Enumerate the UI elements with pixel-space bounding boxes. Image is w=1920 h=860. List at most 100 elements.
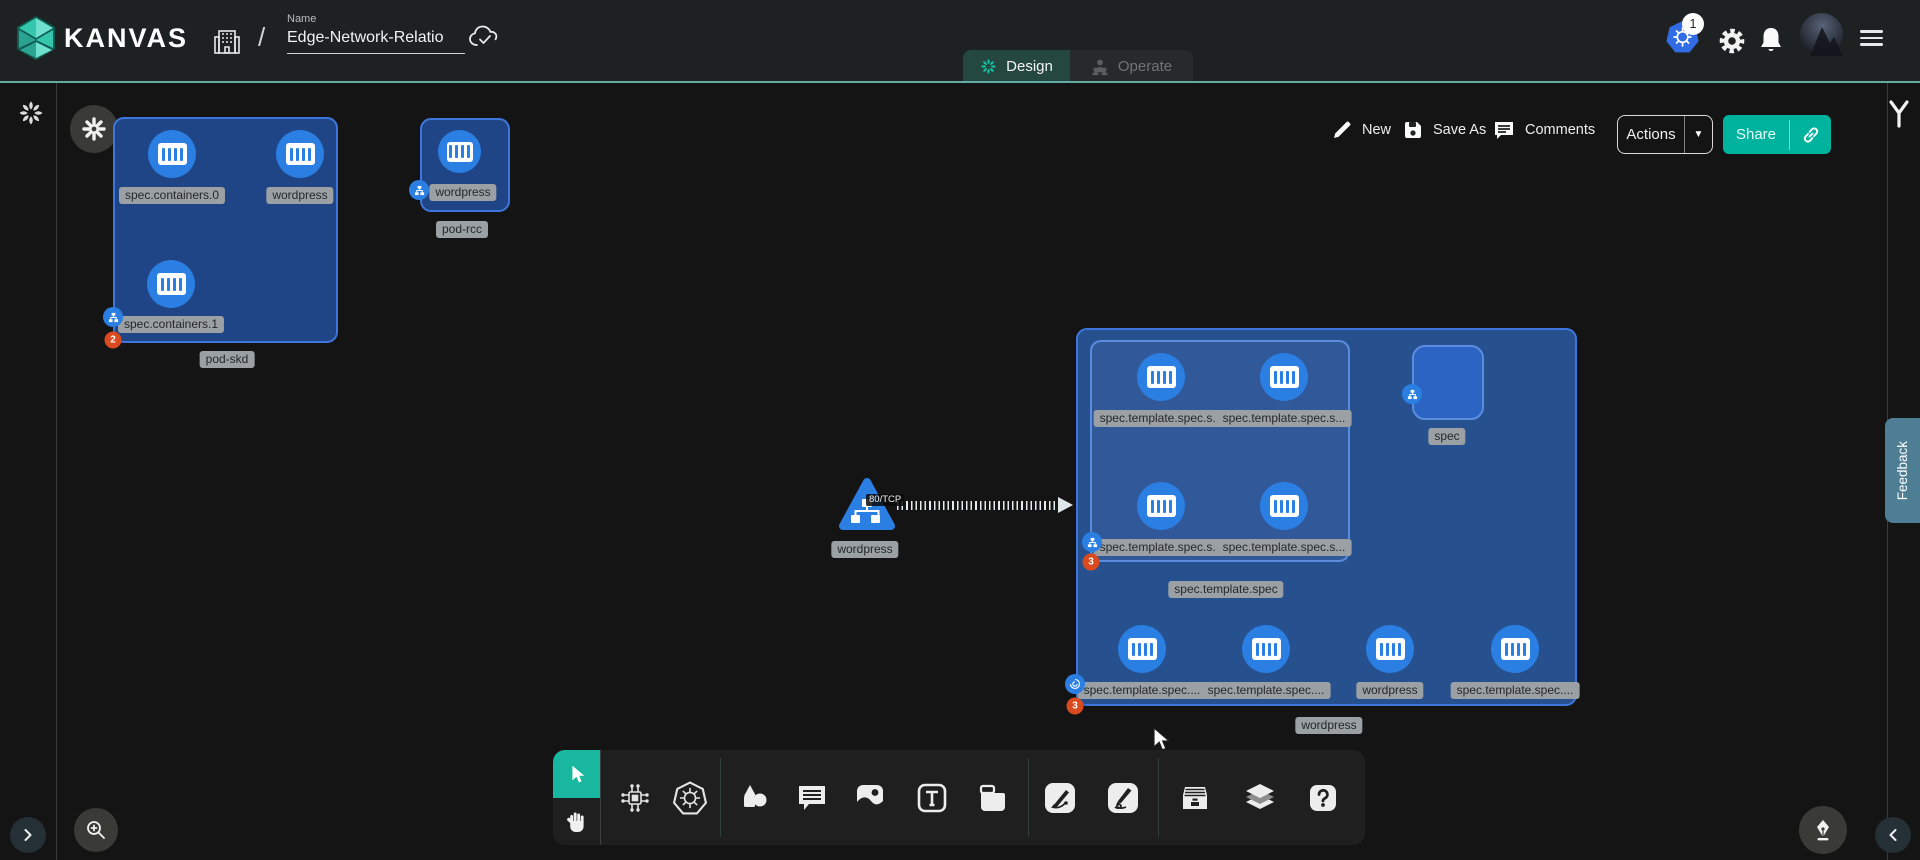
node-label[interactable]: spec.containers.0: [119, 187, 225, 204]
node-template-container[interactable]: [1242, 625, 1290, 673]
kubernetes-tool-button[interactable]: [664, 750, 716, 845]
zoom-button[interactable]: [74, 808, 118, 852]
feedback-label: Feedback: [1895, 441, 1910, 500]
notifications-bell-icon[interactable]: [1759, 26, 1783, 54]
group-pod-skd[interactable]: spec.containers.0 wordpress spec.contain…: [113, 117, 338, 343]
actions-button[interactable]: Actions ▼: [1617, 115, 1713, 154]
expand-left-panel-button[interactable]: [10, 817, 46, 853]
error-count-badge[interactable]: 3: [1067, 698, 1084, 715]
error-count-badge[interactable]: 2: [105, 332, 122, 349]
node-label[interactable]: spec.containers.1: [118, 316, 224, 333]
node-label[interactable]: wordpress: [429, 184, 496, 201]
comments-icon: [1493, 120, 1515, 140]
node-label[interactable]: spec.template.spec.s...: [1094, 410, 1229, 427]
relationship-badge[interactable]: [409, 180, 429, 200]
node-label[interactable]: spec.template.spec....: [1451, 682, 1580, 699]
collapse-right-panel-button[interactable]: [1875, 817, 1911, 853]
canvas-flower-button[interactable]: [70, 105, 118, 153]
node-template-container[interactable]: [1118, 625, 1166, 673]
relationship-badge[interactable]: [103, 307, 123, 327]
mode-tabs: Design Operate: [963, 50, 1193, 83]
text-icon: [917, 783, 947, 813]
group-label-pod-skd[interactable]: pod-skd: [200, 351, 255, 368]
node-label[interactable]: wordpress: [266, 187, 333, 204]
pan-tool-button[interactable]: [553, 798, 600, 845]
node-wordpress-container[interactable]: [276, 130, 324, 178]
image-tool-button[interactable]: [844, 750, 896, 845]
edge-service-to-deployment[interactable]: [897, 501, 1060, 510]
group-label-wordpress[interactable]: wordpress: [1295, 717, 1362, 734]
organization-icon[interactable]: [213, 25, 241, 55]
relationship-badge[interactable]: [1082, 532, 1102, 552]
sitemap-icon: [1087, 537, 1098, 548]
mouse-cursor: [1150, 727, 1174, 753]
node-label-spec[interactable]: spec: [1428, 428, 1465, 445]
node-spec[interactable]: [1412, 345, 1484, 420]
freehand-draw-tool-button[interactable]: [1097, 750, 1149, 845]
layers-tool-button[interactable]: [1234, 750, 1286, 845]
actions-caret-icon[interactable]: ▼: [1685, 129, 1712, 140]
shapes-tool-button[interactable]: [728, 750, 780, 845]
node-wordpress-container[interactable]: [438, 130, 481, 173]
container-icon: [157, 273, 186, 295]
container-icon: [286, 143, 315, 165]
k8s-context-switcher[interactable]: 1: [1666, 20, 1708, 62]
kanvas-logo-icon[interactable]: [16, 16, 56, 60]
design-name-input[interactable]: [287, 29, 465, 54]
service-label[interactable]: wordpress: [831, 541, 898, 558]
node-label[interactable]: spec.template.spec.s...: [1094, 539, 1229, 556]
hamburger-menu-icon[interactable]: [1860, 26, 1883, 50]
group-label-spec-template-spec[interactable]: spec.template.spec: [1168, 581, 1283, 598]
relationship-badge[interactable]: [1402, 384, 1422, 404]
edge-pen-tool-button[interactable]: [1034, 750, 1086, 845]
select-tool-button[interactable]: [553, 750, 600, 798]
node-spec-containers-0[interactable]: [148, 130, 196, 178]
share-button[interactable]: Share: [1723, 115, 1831, 154]
pen-nib-button[interactable]: [1799, 806, 1847, 854]
components-tool-button[interactable]: [609, 750, 661, 845]
toolbar-divider: [720, 758, 721, 837]
node-label[interactable]: wordpress: [1356, 682, 1423, 699]
new-button[interactable]: New: [1332, 120, 1391, 140]
panel-toggle-icon[interactable]: [1888, 100, 1910, 128]
drawer-tool-button[interactable]: [1169, 750, 1221, 845]
tab-design-label: Design: [1006, 58, 1053, 75]
note-tool-button[interactable]: [966, 750, 1018, 845]
group-label-pod-rcc[interactable]: pod-rcc: [436, 221, 488, 238]
breadcrumb-separator: /: [258, 22, 265, 53]
group-spec-template-spec[interactable]: spec.template.spec.s... spec.template.sp…: [1090, 340, 1350, 562]
tab-operate[interactable]: Operate: [1070, 50, 1193, 83]
header: KANVAS / Name: [0, 0, 1920, 83]
node-template-container[interactable]: [1260, 353, 1308, 401]
text-tool-button[interactable]: [906, 750, 958, 845]
tab-design[interactable]: Design: [963, 50, 1070, 83]
feedback-tab[interactable]: Feedback: [1885, 418, 1920, 523]
node-template-container[interactable]: [1260, 482, 1308, 530]
help-tool-button[interactable]: [1297, 750, 1349, 845]
app: KANVAS / Name: [0, 0, 1920, 860]
error-count-badge[interactable]: 3: [1083, 554, 1100, 571]
comments-button[interactable]: Comments: [1493, 120, 1595, 140]
user-avatar[interactable]: [1800, 13, 1843, 56]
scan-badge[interactable]: [1065, 674, 1085, 694]
edge-port-label[interactable]: 80/TCP: [866, 494, 904, 506]
node-label[interactable]: spec.template.spec....: [1202, 682, 1331, 699]
node-wordpress-container[interactable]: [1366, 625, 1414, 673]
node-label[interactable]: spec.template.spec.s...: [1217, 539, 1352, 556]
left-rail-divider: [56, 83, 57, 860]
share-link-icon[interactable]: [1801, 125, 1821, 145]
node-label[interactable]: spec.template.spec.s...: [1217, 410, 1352, 427]
save-as-button[interactable]: Save As: [1403, 120, 1486, 140]
node-template-container[interactable]: [1491, 625, 1539, 673]
settings-gear-icon[interactable]: [1718, 27, 1746, 55]
flower-wheel-icon: [81, 116, 107, 142]
sitemap-icon: [108, 312, 119, 323]
node-template-container[interactable]: [1137, 353, 1185, 401]
avatar-mountain: [1800, 13, 1843, 56]
node-spec-containers-1[interactable]: [147, 260, 195, 308]
node-label[interactable]: spec.template.spec....: [1078, 682, 1207, 699]
group-pod-rcc[interactable]: wordpress pod-rcc: [420, 118, 510, 212]
node-template-container[interactable]: [1137, 482, 1185, 530]
comment-tool-button[interactable]: [786, 750, 838, 845]
group-deployment-wordpress[interactable]: spec.template.spec.s... spec.template.sp…: [1076, 328, 1577, 706]
